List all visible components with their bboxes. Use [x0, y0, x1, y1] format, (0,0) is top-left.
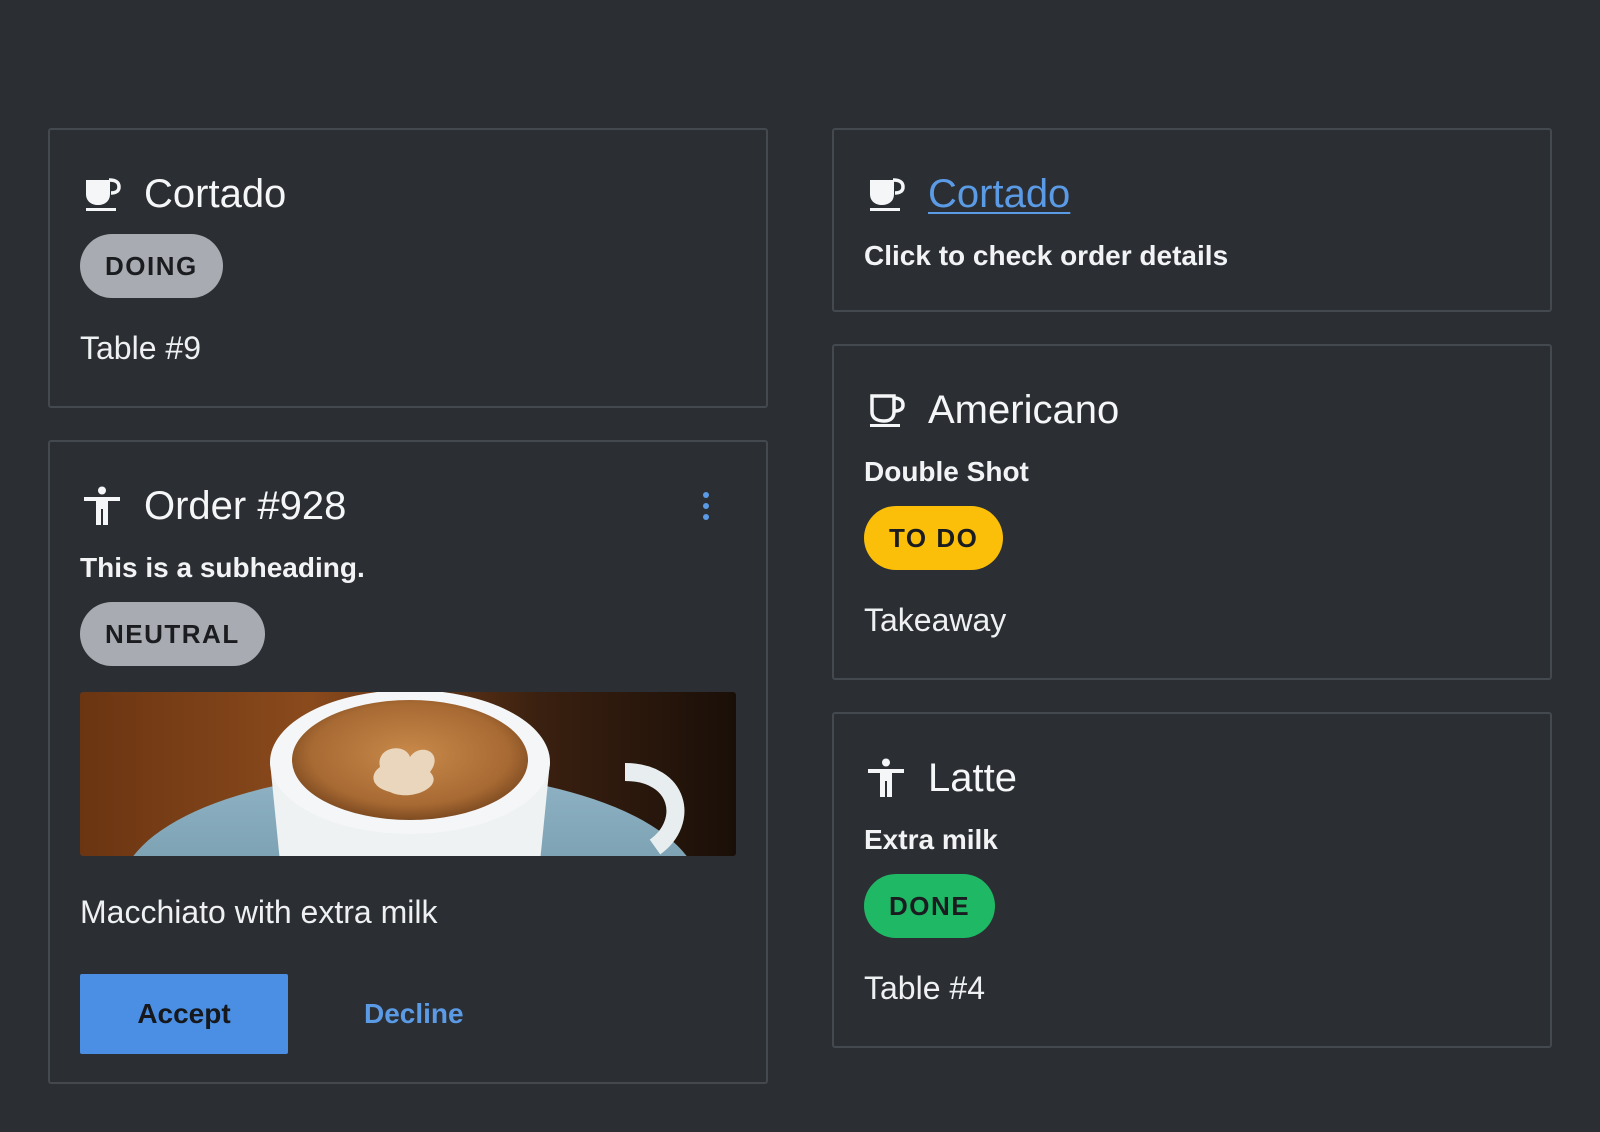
card-subheading: Click to check order details — [864, 240, 1229, 271]
order-card-cortado-doing: Cortado DOING Table #9 — [48, 128, 768, 408]
order-card-americano: Americano Double Shot TO DO Takeaway — [832, 344, 1552, 680]
card-subheading: This is a subheading. — [80, 552, 365, 583]
status-badge-doing: DOING — [80, 234, 223, 298]
order-note: Takeaway — [864, 602, 1007, 638]
table-number: Table #9 — [80, 330, 201, 366]
accessibility-person-icon — [84, 486, 120, 525]
card-subheading: Double Shot — [864, 456, 1029, 487]
order-description: Macchiato with extra milk — [80, 894, 438, 930]
card-title-link[interactable]: Cortado — [928, 174, 1070, 214]
accept-button[interactable]: Accept — [80, 974, 288, 1054]
card-title: Order #928 — [144, 484, 347, 528]
card-title: Americano — [928, 388, 1120, 432]
order-card-latte: Latte Extra milk DONE Table #4 — [832, 712, 1552, 1048]
status-badge-neutral: NEUTRAL — [80, 602, 265, 666]
card-title: Latte — [928, 756, 1017, 800]
card-subheading: Extra milk — [864, 824, 998, 855]
accessibility-person-icon — [868, 758, 904, 797]
coffee-cup-icon — [870, 178, 905, 211]
order-card-928: Order #928 This is a subheading. NEUTRAL — [48, 440, 768, 1084]
coffee-latte-art-photo — [80, 692, 736, 856]
coffee-mug-icon — [870, 394, 905, 427]
status-badge-todo: TO DO — [864, 506, 1004, 570]
kebab-menu-icon[interactable] — [696, 486, 716, 526]
card-title: Cortado — [144, 172, 287, 216]
decline-button[interactable]: Decline — [364, 998, 464, 1030]
table-number: Table #4 — [864, 970, 985, 1006]
status-badge-done: DONE — [864, 874, 996, 938]
coffee-photo-illustration — [80, 692, 736, 856]
coffee-cup-icon — [86, 178, 121, 211]
order-card-cortado-link[interactable]: Cortado Click to check order details — [832, 128, 1552, 312]
